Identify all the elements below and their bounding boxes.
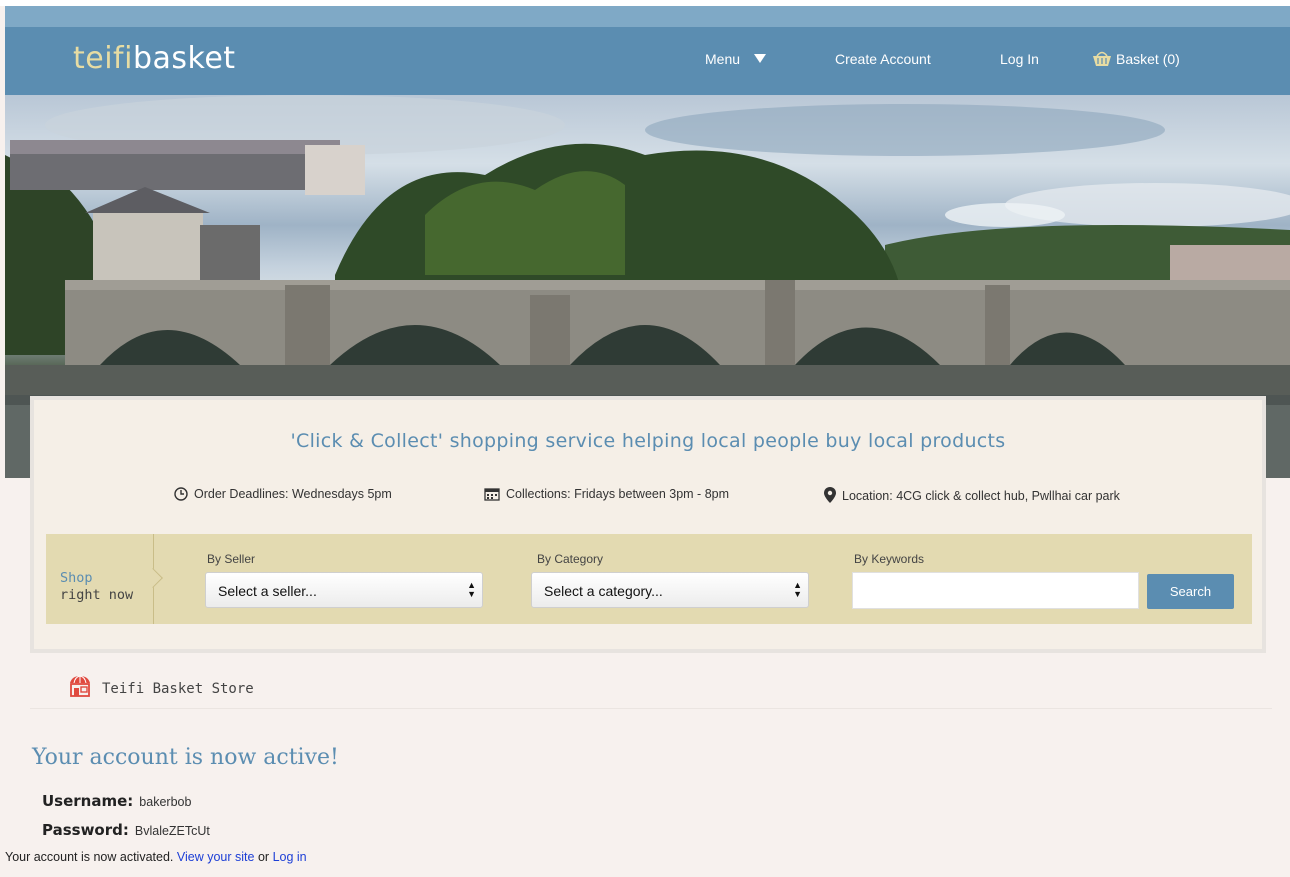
username-label: Username: — [42, 792, 134, 810]
site-logo[interactable]: teifibasket — [73, 41, 236, 76]
location-text: Location: 4CG click & collect hub, Pwllh… — [842, 489, 1120, 503]
activation-message: Your account is now activated. View your… — [5, 850, 307, 864]
order-deadline: Order Deadlines: Wednesdays 5pm — [174, 487, 392, 501]
store-name: Teifi Basket Store — [102, 681, 254, 697]
shop-label-line2: right now — [60, 587, 134, 603]
select-arrows-icon: ▲ ▼ — [793, 580, 802, 599]
keywords-label: By Keywords — [854, 552, 925, 566]
seller-select[interactable]: Select a seller... ▲ ▼ — [205, 572, 483, 608]
login-link[interactable]: Log In — [1000, 51, 1039, 67]
map-marker-icon — [824, 487, 836, 503]
shop-label: Shop right now — [60, 570, 133, 604]
navbar: teifibasket Menu Create Account Log In B… — [5, 27, 1290, 95]
username-value: bakerbob — [139, 795, 192, 809]
username-row: Username: bakerbob — [42, 792, 191, 810]
shop-label-line1: Shop — [60, 570, 93, 586]
login-link-inline[interactable]: Log in — [273, 850, 307, 864]
activated-text: Your account is now activated. — [5, 850, 174, 864]
info-panel: 'Click & Collect' shopping service helpi… — [30, 396, 1266, 653]
basket-label: Basket (0) — [1116, 51, 1180, 67]
collections-text: Collections: Fridays between 3pm - 8pm — [506, 487, 730, 501]
category-select-value: Select a category... — [544, 583, 663, 599]
clock-icon — [174, 487, 188, 501]
basket-link[interactable]: Basket (0) — [1092, 51, 1180, 67]
password-row: Password: BvlaleZETcUt — [42, 821, 210, 839]
search-button[interactable]: Search — [1147, 574, 1234, 609]
basket-icon — [1093, 51, 1111, 66]
logo-part1: teifi — [73, 41, 133, 76]
view-site-link[interactable]: View your site — [177, 850, 255, 864]
shop-search-bar: Shop right now By Seller Select a seller… — [46, 534, 1252, 624]
menu-label: Menu — [705, 51, 741, 67]
calendar-icon — [484, 488, 500, 501]
keywords-input[interactable] — [852, 572, 1139, 609]
logo-part2: basket — [132, 41, 236, 76]
tagline: 'Click & Collect' shopping service helpi… — [290, 430, 1006, 452]
category-label: By Category — [537, 552, 604, 566]
create-account-link[interactable]: Create Account — [835, 51, 931, 67]
caret-down-icon — [754, 54, 767, 63]
or-text: or — [257, 850, 270, 864]
seller-select-value: Select a seller... — [218, 583, 317, 599]
password-label: Password: — [42, 821, 129, 839]
content-divider — [30, 708, 1272, 709]
top-band — [5, 6, 1290, 27]
chevron-right-icon — [143, 568, 163, 588]
collections-info: Collections: Fridays between 3pm - 8pm — [484, 487, 729, 501]
category-select[interactable]: Select a category... ▲ ▼ — [531, 572, 809, 608]
password-value: BvlaleZETcUt — [134, 824, 210, 838]
store-breadcrumb[interactable]: Teifi Basket Store — [68, 674, 254, 698]
menu-dropdown[interactable]: Menu — [705, 51, 767, 67]
select-arrows-icon: ▲ ▼ — [467, 580, 476, 599]
page-title: Your account is now active! — [32, 745, 339, 770]
location-info: Location: 4CG click & collect hub, Pwllh… — [824, 487, 1120, 503]
seller-label: By Seller — [207, 552, 256, 566]
shop-front-icon — [70, 675, 90, 697]
order-deadline-text: Order Deadlines: Wednesdays 5pm — [194, 487, 392, 501]
